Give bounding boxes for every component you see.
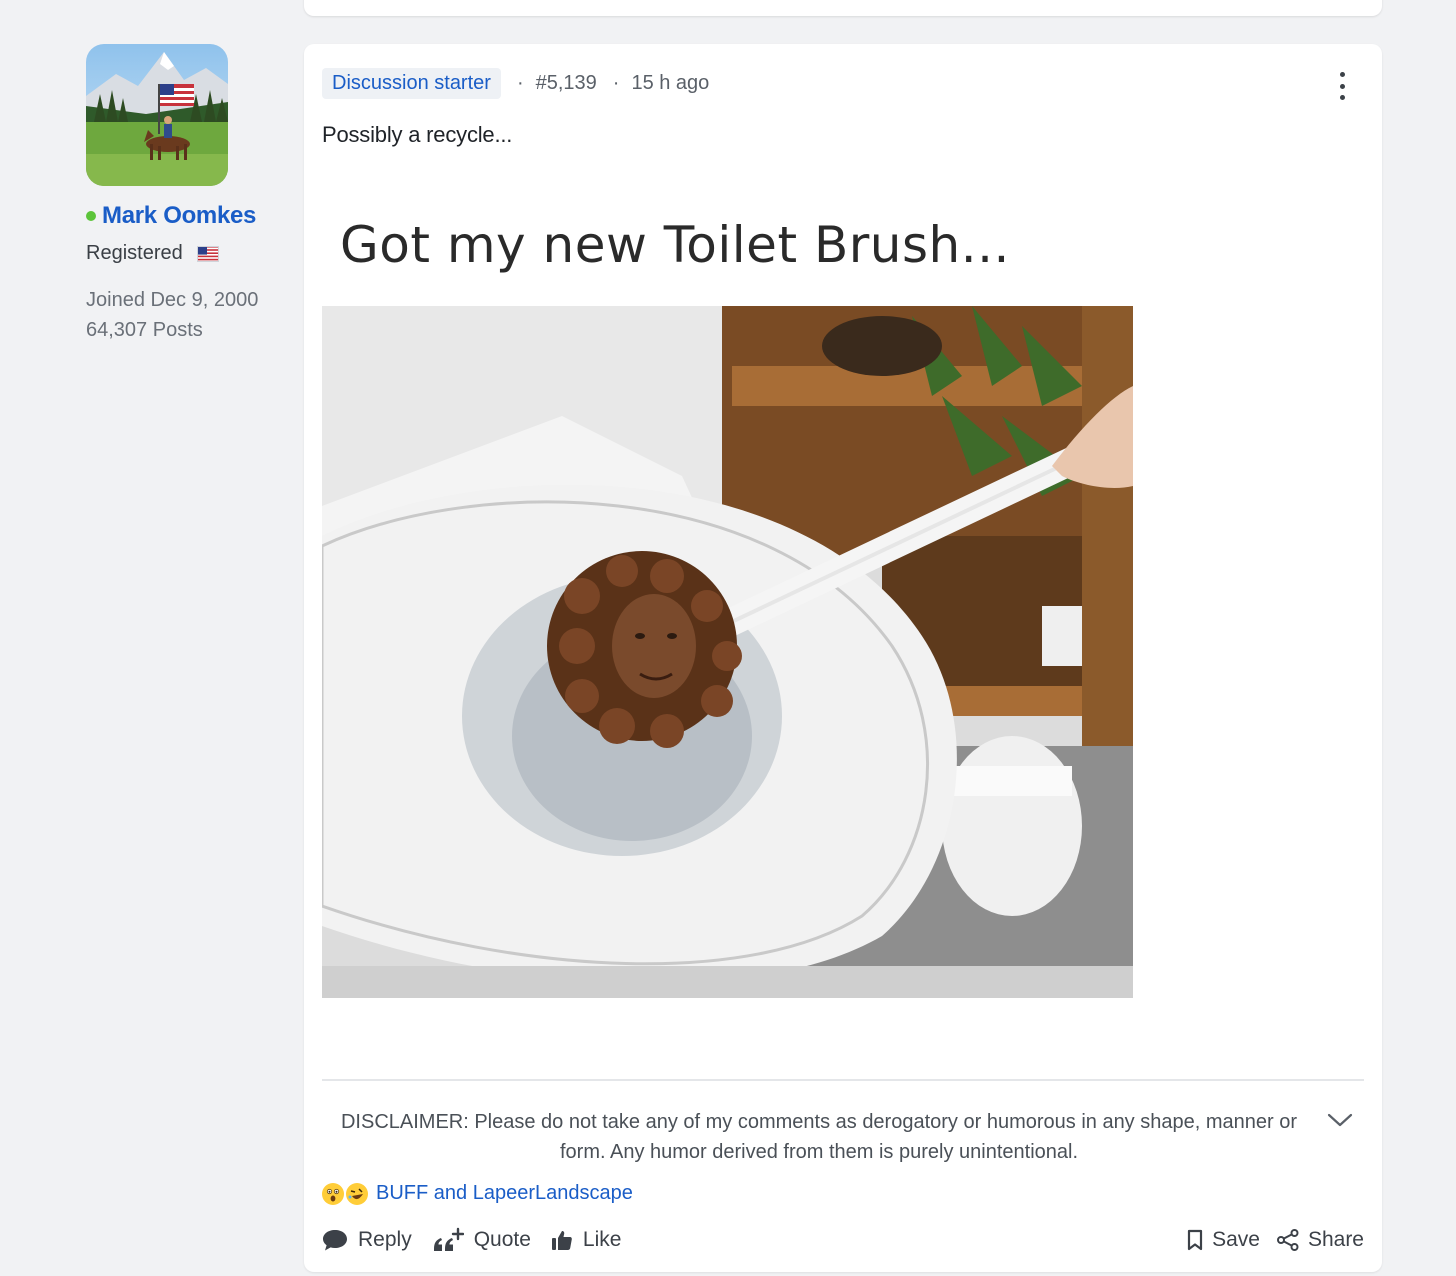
rofl-face-icon (346, 1182, 368, 1205)
like-label: Like (582, 1228, 622, 1251)
post-divider (322, 1079, 1364, 1081)
quote-icon (433, 1227, 464, 1251)
quote-button[interactable]: Quote (432, 1227, 531, 1253)
post-header: Discussion starter · #5,139 · 15 h ago (322, 68, 709, 99)
discussion-starter-badge: Discussion starter (322, 68, 501, 99)
toilet-photo (322, 306, 1133, 998)
author-panel: Mark Oomkes Registered Joined Dec 9, 200… (86, 44, 286, 345)
share-label: Share (1307, 1228, 1364, 1251)
astonished-face-icon (322, 1182, 344, 1205)
reply-label: Reply (358, 1228, 412, 1251)
post-actions: Reply Quote Like Save Share (322, 1224, 1364, 1256)
author-post-count: 64,307 Posts (86, 319, 203, 341)
reaction-users-link[interactable]: BUFF and LapeerLandscape (376, 1182, 633, 1205)
author-joined: Joined Dec 9, 2000 (86, 289, 259, 311)
reactions-row: BUFF and LapeerLandscape (322, 1182, 633, 1205)
reply-button[interactable]: Reply (322, 1228, 412, 1252)
author-meta: Joined Dec 9, 2000 64,307 Posts (86, 285, 286, 345)
image-caption: Got my new Toilet Brush... (340, 216, 1010, 274)
post-image[interactable]: Got my new Toilet Brush... (322, 194, 1133, 998)
header-separator: · (612, 72, 620, 94)
previous-post-card (304, 0, 1382, 16)
share-icon (1276, 1229, 1299, 1251)
post-body-text: Possibly a recycle... (322, 122, 513, 147)
share-button[interactable]: Share (1276, 1228, 1364, 1252)
post-time-link[interactable]: 15 h ago (631, 72, 709, 95)
save-button[interactable]: Save (1186, 1228, 1260, 1252)
more-options-icon[interactable] (1332, 72, 1352, 100)
author-role-row: Registered (86, 242, 286, 265)
author-role: Registered (86, 242, 183, 264)
header-separator: · (516, 72, 524, 94)
post-number-link[interactable]: #5,139 (536, 72, 597, 95)
us-flag-icon (196, 245, 219, 262)
author-name-link[interactable]: Mark Oomkes (102, 202, 256, 230)
like-button[interactable]: Like (551, 1228, 622, 1252)
online-status-dot (86, 211, 96, 221)
save-label: Save (1212, 1228, 1260, 1251)
signature-disclaimer: DISCLAIMER: Please do not take any of my… (340, 1111, 1297, 1163)
speech-bubble-icon (323, 1230, 347, 1251)
thumbs-up-icon (551, 1231, 572, 1250)
author-name-row: Mark Oomkes (86, 202, 286, 230)
chevron-down-icon[interactable] (1326, 1110, 1354, 1130)
post-card: Discussion starter · #5,139 · 15 h ago P… (304, 44, 1382, 1272)
quote-label: Quote (473, 1228, 531, 1251)
author-avatar[interactable] (86, 44, 228, 186)
bookmark-icon (1187, 1229, 1203, 1251)
